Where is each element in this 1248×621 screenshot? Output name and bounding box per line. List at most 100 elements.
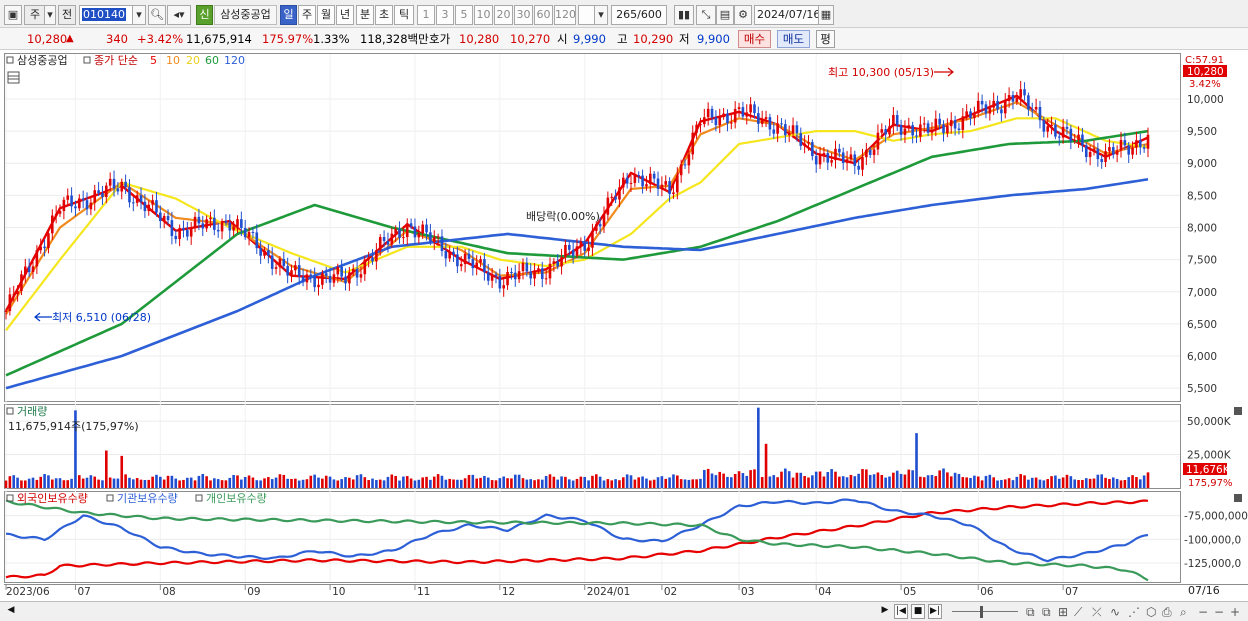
scroll-right-icon[interactable]: ▶ (878, 604, 892, 619)
market-select[interactable]: 주 (24, 5, 46, 25)
candle-body (456, 254, 459, 267)
volume-bar (159, 476, 162, 488)
period-month-button[interactable]: 월 (317, 5, 335, 25)
volume-bar (841, 476, 845, 488)
cross-line-icon[interactable]: ⤫ (1092, 604, 1102, 620)
volume-bar (305, 479, 309, 488)
market-dropdown-icon[interactable]: ▾ (44, 5, 56, 25)
period-day-button[interactable]: 일 (280, 5, 297, 25)
volume-close-icon[interactable] (1234, 407, 1242, 415)
zoom-icon[interactable]: ⌕ (1180, 604, 1187, 620)
candle-body (498, 275, 502, 289)
chart-type-icon[interactable]: ▮▮ (674, 5, 694, 25)
volume-bar (811, 475, 814, 488)
data-count-field[interactable]: 265/600 (611, 5, 667, 25)
volume-bar (857, 473, 860, 488)
save-icon[interactable]: ▤ (716, 5, 734, 25)
chart-scrollbar[interactable]: ◀ ▶ |◀ ■ ▶| ⧉ ⧉ ⊞ ⟋ ⤫ ∿ ⋰ ⬡ ⎙ ⌕ − − + (0, 601, 1248, 621)
volume-bar (899, 473, 903, 488)
candle-body (602, 214, 606, 227)
zoom-in-icon[interactable]: + (1230, 604, 1240, 620)
interval-60-button[interactable]: 60 (534, 5, 553, 25)
volume-legend-box-icon[interactable] (6, 407, 14, 415)
date-tick-label: 12 (502, 586, 515, 598)
calendar-icon[interactable]: ▦ (818, 5, 834, 25)
candle-body (105, 185, 108, 197)
zoom-in-minus-icon[interactable]: − (1214, 604, 1224, 620)
interval-30-button[interactable]: 30 (514, 5, 533, 25)
legend-individual-box-icon[interactable] (195, 494, 203, 502)
legend-box-icon[interactable] (6, 56, 14, 64)
zoom-slider-handle[interactable] (980, 606, 983, 618)
volume-bar (1077, 479, 1080, 488)
buy-button[interactable]: 매수 (738, 30, 771, 48)
period-tick-button[interactable]: 틱 (394, 5, 414, 25)
search-icon[interactable]: 🔍︎ (148, 5, 166, 25)
draw-tool-icon[interactable]: ⤡ (696, 5, 716, 25)
print-icon[interactable]: ⎙ (1162, 604, 1172, 620)
copy-icon[interactable]: ⧉ (1042, 604, 1051, 620)
interval-1-button[interactable]: 1 (417, 5, 435, 25)
layout-icon[interactable]: ⊞ (1058, 604, 1068, 620)
settings-gear-icon[interactable]: ⚙ (734, 5, 752, 25)
date-field[interactable]: 2024/07/16 (754, 5, 820, 25)
fib-icon[interactable]: ⋰ (1128, 604, 1140, 620)
grid-toggle-icon[interactable] (7, 71, 20, 84)
candle-body (992, 100, 995, 108)
candle-body (641, 175, 644, 187)
volume-bar (66, 480, 70, 488)
stop-icon[interactable]: ■ (911, 604, 925, 619)
zoom-slider-track[interactable] (952, 611, 1018, 612)
volume-bar (421, 477, 424, 488)
zoom-out-icon[interactable]: − (1198, 604, 1208, 620)
layout-icon[interactable]: ▣ (4, 5, 22, 25)
candle-body (70, 195, 73, 207)
window-icon[interactable]: ⧉ (1026, 604, 1035, 620)
scroll-last-icon[interactable]: ▶| (928, 604, 942, 619)
volume-bar (297, 480, 301, 488)
volume-bar (31, 477, 35, 488)
period-second-button[interactable]: 초 (375, 5, 393, 25)
interval-3-button[interactable]: 3 (436, 5, 454, 25)
volume-bar (822, 476, 826, 488)
candle-body (483, 259, 486, 273)
interval-10-button[interactable]: 10 (474, 5, 493, 25)
volume-bar (849, 474, 853, 488)
code-dropdown-icon[interactable]: ▾ (132, 5, 146, 25)
wave-icon[interactable]: ∿ (1110, 604, 1120, 620)
candle-body (405, 223, 409, 238)
candle-body (849, 154, 853, 160)
interval-20-button[interactable]: 20 (494, 5, 513, 25)
chart-area[interactable]: 5,500 6,000 6,500 7,000 7,500 8,000 8,500 9,000… (0, 50, 1248, 602)
stock-code-input[interactable]: 010140 (79, 5, 133, 25)
volume-bar (367, 480, 370, 488)
volume-bar (143, 479, 147, 488)
interval-5-button[interactable]: 5 (455, 5, 473, 25)
holdings-close-icon[interactable] (1234, 494, 1242, 502)
volume-bar (926, 475, 930, 488)
interval-120-button[interactable]: 120 (554, 5, 576, 25)
legend-ma-box-icon[interactable] (83, 56, 91, 64)
volume-tick-label: 50,000K (1187, 416, 1232, 428)
sound-icon[interactable]: ◂▾ (167, 5, 191, 25)
candle-body (645, 184, 648, 187)
trend-line-icon[interactable]: ⟋ (1074, 604, 1082, 620)
candle-body (502, 285, 505, 289)
last-date-label: 07/16 (1188, 584, 1220, 597)
volume-bar (317, 477, 320, 488)
scroll-first-icon[interactable]: |◀ (894, 604, 908, 619)
eval-button[interactable]: 평 (816, 30, 835, 48)
shape-icon[interactable]: ⬡ (1146, 604, 1156, 620)
sell-button[interactable]: 매도 (777, 30, 810, 48)
period-type-select[interactable]: 전 (58, 5, 76, 25)
date-tick-label: 07 (1065, 586, 1078, 598)
period-year-button[interactable]: 년 (336, 5, 354, 25)
volume-bar (594, 474, 598, 488)
scroll-left-icon[interactable]: ◀ (4, 604, 18, 619)
date-tick-label: 08 (162, 586, 175, 598)
legend-institution-box-icon[interactable] (106, 494, 114, 502)
period-week-button[interactable]: 주 (298, 5, 316, 25)
period-minute-button[interactable]: 분 (356, 5, 374, 25)
volume-bar (429, 479, 432, 488)
interval-dropdown-icon[interactable]: ▾ (594, 5, 608, 25)
